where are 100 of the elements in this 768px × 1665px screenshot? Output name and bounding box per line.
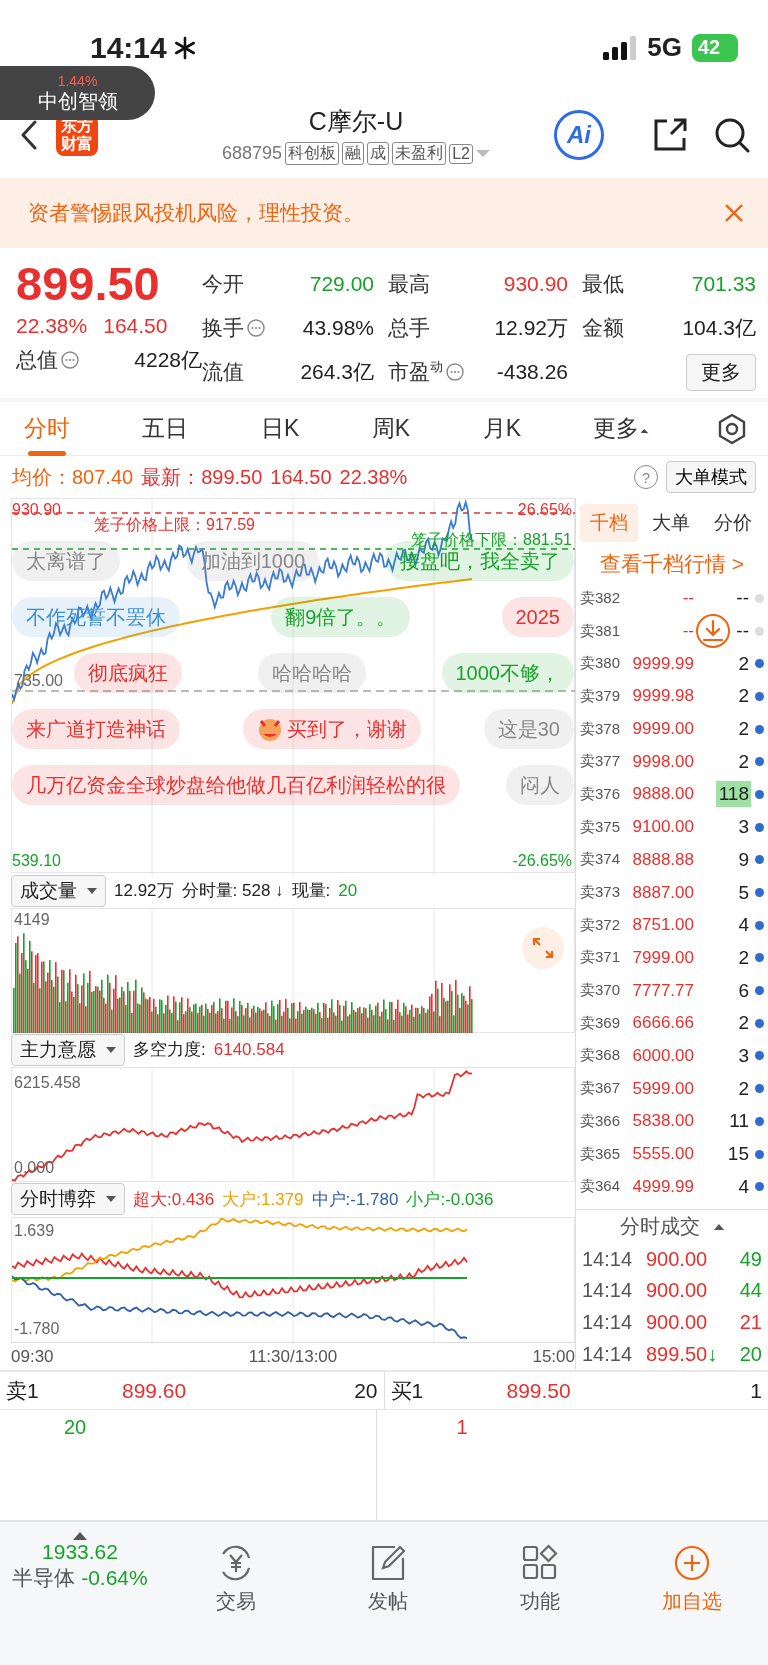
- caret-icon[interactable]: [73, 1532, 87, 1540]
- current-volume-label: 现量:: [291, 880, 331, 903]
- quote-level-label: 买1: [390, 1377, 425, 1404]
- trade-volume: 44: [739, 1279, 762, 1303]
- order-volume: 4: [738, 1175, 749, 1198]
- legend-label: 小户:-0.036: [406, 1188, 494, 1211]
- order-level: 卖382: [580, 588, 622, 608]
- order-volume: 2: [738, 1012, 749, 1035]
- order-level: 卖366: [580, 1111, 622, 1131]
- trade-time: 14:14: [582, 1279, 634, 1303]
- info-icon[interactable]: [247, 319, 265, 337]
- order-price: 9999.98: [631, 686, 694, 707]
- quote-level-volume: 1: [750, 1378, 762, 1403]
- stock-tag: 未盈利: [392, 142, 447, 165]
- limit-label: 笼子价格上限：917.59: [94, 515, 255, 535]
- indicator-selector[interactable]: 成交量: [11, 874, 106, 907]
- comment-bubble: 这是30: [483, 709, 574, 749]
- order-volume: 15: [727, 1143, 749, 1166]
- order-volume: 2: [738, 750, 749, 773]
- quote-level-price: 899.60: [122, 1378, 188, 1403]
- axis-label: 6215.458: [14, 1074, 81, 1093]
- more-button[interactable]: 更多: [686, 353, 756, 391]
- stat-value: 43.98%: [302, 316, 374, 340]
- ai-button[interactable]: Ai: [554, 110, 604, 160]
- search-icon[interactable]: [714, 117, 750, 153]
- axis-label: 539.10: [12, 852, 61, 871]
- stat-label: 最高: [388, 271, 430, 297]
- stock-tag: L2: [449, 143, 473, 164]
- trade-price: 899.50↓: [646, 1342, 719, 1366]
- index-value: 1933.62: [42, 1540, 118, 1564]
- signal-icon: [603, 35, 638, 60]
- chart-tab[interactable]: 更多: [589, 403, 652, 454]
- trade-price: 900.00: [646, 1247, 709, 1271]
- change-percent: 22.38%: [16, 314, 88, 338]
- trade-time: 14:14: [582, 1310, 634, 1334]
- order-price: 9888.00: [631, 784, 694, 805]
- indicator-selector[interactable]: 主力意愿: [11, 1033, 125, 1066]
- chart-tab[interactable]: 五日: [138, 403, 193, 454]
- edit-icon: [369, 1544, 407, 1582]
- comment-bubble: 2025: [501, 597, 574, 637]
- order-level: 卖368: [580, 1046, 622, 1066]
- order-book-tab[interactable]: 分价: [704, 504, 762, 542]
- trade-volume: 20: [739, 1342, 762, 1366]
- axis-label: 26.65%: [517, 501, 572, 519]
- nav-button[interactable]: 功能: [464, 1532, 616, 1665]
- grid-icon: [521, 1544, 559, 1582]
- back-icon[interactable]: [20, 120, 38, 150]
- chart-tab[interactable]: 月K: [478, 403, 525, 454]
- order-volume: 2: [738, 685, 749, 708]
- order-book-tab[interactable]: 大单: [642, 504, 700, 542]
- stat-value: 264.3亿: [300, 359, 374, 385]
- order-price: 7777.77: [631, 980, 694, 1001]
- stat-label: 最低: [582, 271, 624, 297]
- download-button[interactable]: [696, 614, 730, 648]
- comment-bubble: 彻底疯狂: [74, 653, 182, 693]
- quote-change: 1.44%: [57, 74, 98, 90]
- order-volume: 2: [738, 718, 749, 741]
- strength-value: 6140.584: [213, 1039, 285, 1060]
- order-volume: 2: [738, 1077, 749, 1100]
- big-order-mode-button[interactable]: 大单模式: [666, 461, 756, 493]
- legend-label: 超大:0.436: [133, 1188, 215, 1211]
- order-level: 卖381: [580, 621, 622, 641]
- status-time: 14:14: [90, 30, 167, 65]
- order-volume: 2: [738, 946, 749, 969]
- axis-label: 1.639: [14, 1221, 55, 1240]
- order-count: 1: [456, 1416, 468, 1438]
- stat-label: 市盈$^{动}$: [388, 358, 443, 385]
- order-price: 8887.00: [631, 882, 694, 903]
- info-icon[interactable]: [446, 363, 464, 381]
- axis-label: 4149: [14, 911, 50, 930]
- chart-tab[interactable]: 日K: [256, 403, 304, 454]
- close-icon[interactable]: [724, 203, 744, 223]
- battery-icon: 42: [692, 33, 738, 62]
- order-volume: --: [736, 587, 749, 610]
- order-volume: 2: [738, 652, 749, 675]
- legend-label: 中户:-1.780: [311, 1188, 399, 1211]
- stat-label: 总手: [388, 315, 430, 341]
- indicator-selector[interactable]: 分时博弈: [11, 1183, 125, 1216]
- order-volume: 9: [738, 848, 749, 871]
- latest-price-label: 最新：899.50: [141, 464, 263, 490]
- order-level: 卖369: [580, 1013, 622, 1033]
- trade-price: 900.00: [646, 1310, 709, 1334]
- share-icon[interactable]: [652, 117, 688, 153]
- stat-value: 729.00: [309, 272, 374, 296]
- nav-button[interactable]: 交易: [160, 1532, 312, 1665]
- order-count: 20: [64, 1416, 87, 1438]
- nav-button[interactable]: 发帖: [312, 1532, 464, 1665]
- expand-button[interactable]: [522, 927, 564, 970]
- stat-label: 换手: [202, 315, 244, 341]
- time-axis-label: 09:30: [11, 1346, 54, 1367]
- order-level: 卖364: [580, 1177, 622, 1197]
- info-icon[interactable]: [61, 351, 79, 369]
- floating-quote-card[interactable]: 1.44% 中创智领: [0, 66, 155, 120]
- trade-time: 14:14: [582, 1247, 634, 1271]
- stat-value: 4228亿: [134, 347, 202, 371]
- expand-icon: [532, 937, 554, 960]
- order-level: 卖374: [580, 850, 622, 870]
- download-icon: [701, 619, 725, 643]
- trade-volume: 49: [739, 1247, 762, 1271]
- chart-tab[interactable]: 周K: [367, 403, 415, 454]
